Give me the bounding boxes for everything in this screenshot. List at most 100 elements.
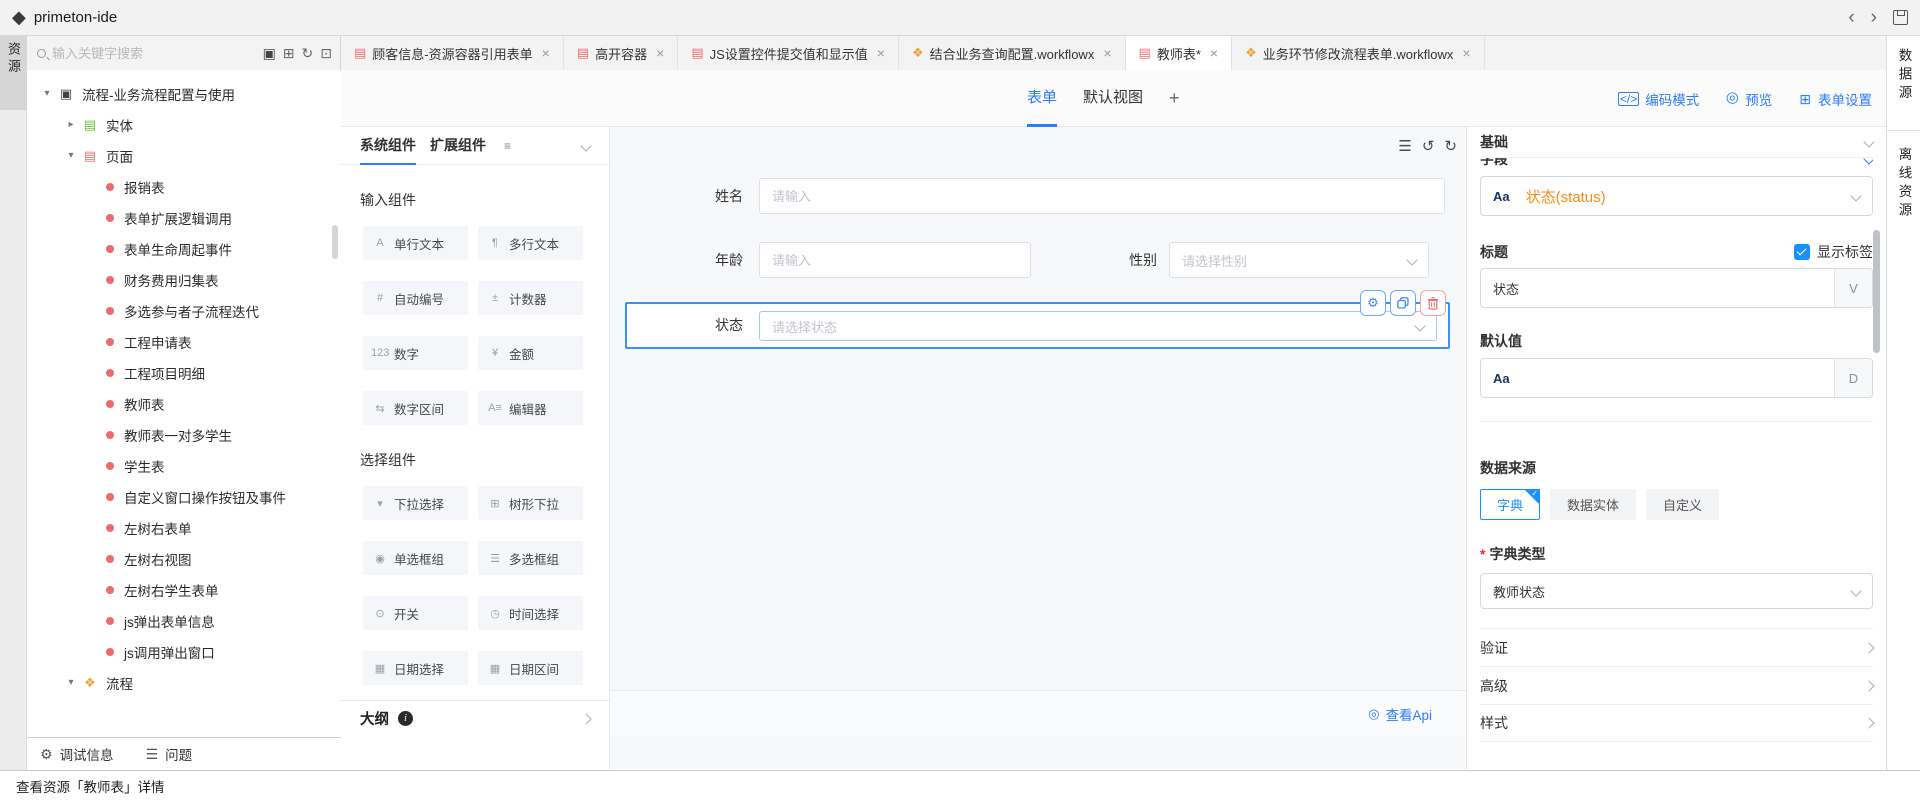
offline-resources-side-tab[interactable]: 离线资源 (1887, 147, 1920, 221)
bound-field-select[interactable]: Aa 状态(status) (1480, 176, 1873, 216)
palette-item[interactable]: 123数字 (363, 336, 468, 370)
palette-item[interactable]: ¥金额 (478, 336, 583, 370)
datasource-side-tab[interactable]: 数据源 (1887, 48, 1920, 104)
datasource-option-0[interactable]: 字典✓ (1480, 489, 1540, 520)
palette-item[interactable]: ⊙开关 (363, 596, 468, 630)
tree-item[interactable]: 左树右表单 (27, 512, 341, 543)
tree-item[interactable]: js弹出表单信息 (27, 605, 341, 636)
code-mode-button[interactable]: </> 编码模式 (1618, 89, 1699, 109)
preview-button[interactable]: ◎ 预览 (1725, 89, 1772, 109)
title-input[interactable] (1481, 269, 1834, 307)
collapse-all-icon[interactable]: ⊡ (320, 45, 332, 62)
tree-item[interactable]: ▸▤实体 (27, 109, 341, 140)
activity-tab-resources[interactable]: 资源 (0, 36, 27, 110)
default-value-input[interactable] (1510, 359, 1834, 397)
basic-section-header[interactable]: 基础 (1480, 127, 1873, 158)
palette-item[interactable]: A单行文本 (363, 226, 468, 260)
redo-icon[interactable]: ↻ (1444, 137, 1457, 155)
tree-item[interactable]: 教师表 (27, 388, 341, 419)
tree-item[interactable]: 自定义窗口操作按钮及事件 (27, 481, 341, 512)
name-input[interactable] (759, 178, 1445, 214)
tree-item[interactable]: 财务费用归集表 (27, 264, 341, 295)
palette-item[interactable]: ¶多行文本 (478, 226, 583, 260)
back-icon[interactable]: ‹ (1848, 10, 1854, 26)
save-icon[interactable] (1893, 10, 1908, 25)
palette-item[interactable]: ⊞树形下拉 (478, 486, 583, 520)
tree-item[interactable]: 工程申请表 (27, 326, 341, 357)
age-input[interactable] (759, 242, 1031, 278)
editor-tab-3[interactable]: ❖结合业务查询配置.workflowx× (899, 36, 1126, 70)
search-input[interactable] (52, 46, 256, 61)
palette-item[interactable]: ◉单选框组 (363, 541, 468, 575)
section-2[interactable]: 样式 (1480, 704, 1873, 742)
close-icon[interactable]: × (656, 45, 664, 61)
tree-item[interactable]: ▾▣流程-业务流程配置与使用 (27, 78, 341, 109)
tab-extended-components[interactable]: 扩展组件 (430, 127, 486, 165)
show-label-checkbox-group[interactable]: 显示标签 (1794, 242, 1873, 262)
expand-outline-icon[interactable] (580, 713, 591, 724)
title-value-mode-button[interactable]: V (1834, 269, 1872, 307)
tab-default-view[interactable]: 默认视图 (1083, 70, 1143, 127)
close-icon[interactable]: × (1210, 45, 1218, 61)
editor-tab-4[interactable]: ▤教师表*× (1126, 36, 1233, 70)
editor-tab-1[interactable]: ▤高开容器× (564, 36, 679, 70)
tree-item[interactable]: ▾❖流程 (27, 667, 341, 698)
collapse-palette-icon[interactable] (580, 140, 591, 151)
form-settings-button[interactable]: ⊞ 表单设置 (1798, 89, 1872, 109)
forward-icon[interactable]: › (1871, 10, 1877, 26)
default-value-mode-button[interactable]: D (1834, 359, 1872, 397)
tree-item[interactable]: 报销表 (27, 171, 341, 202)
tree-collapse-icon[interactable]: ▸ (64, 119, 78, 130)
tree-item[interactable]: 表单扩展逻辑调用 (27, 202, 341, 233)
form-row-age-gender[interactable]: 年龄 性别 请选择性别 (610, 242, 1466, 278)
palette-item[interactable]: ☰多选框组 (478, 541, 583, 575)
close-icon[interactable]: × (877, 45, 885, 61)
palette-item[interactable]: ◷时间选择 (478, 596, 583, 630)
checkbox-checked-icon[interactable] (1794, 244, 1810, 260)
dict-type-select[interactable]: 教师状态 (1480, 573, 1873, 609)
status-select[interactable]: 请选择状态 (759, 311, 1437, 341)
tree-item[interactable]: js调用弹出窗口 (27, 636, 341, 667)
outline-tree-icon[interactable]: ☰ (1398, 137, 1411, 155)
tree-scrollbar[interactable] (332, 225, 338, 259)
undo-icon[interactable]: ↺ (1422, 137, 1435, 155)
tab-form[interactable]: 表单 (1027, 70, 1057, 127)
outline-bar[interactable]: 大纲 i (341, 700, 609, 736)
form-row-name[interactable]: 姓名 (610, 178, 1466, 214)
gender-select[interactable]: 请选择性别 (1169, 242, 1429, 278)
editor-tab-0[interactable]: ▤顾客信息-资源容器引用表单× (341, 36, 564, 70)
tree-item[interactable]: 左树右视图 (27, 543, 341, 574)
locate-resource-icon[interactable]: ▣ (263, 45, 276, 62)
palette-item[interactable]: ⇆数字区间 (363, 391, 468, 425)
tree-item[interactable]: 教师表一对多学生 (27, 419, 341, 450)
add-view-button[interactable]: + (1169, 88, 1180, 109)
close-icon[interactable]: × (1103, 45, 1111, 61)
palette-item[interactable]: #自动编号 (363, 281, 468, 315)
palette-item[interactable]: ▦日期区间 (478, 651, 583, 685)
tree-item[interactable]: ▾▤页面 (27, 140, 341, 171)
close-icon[interactable]: × (542, 45, 550, 61)
properties-scrollbar[interactable] (1873, 230, 1880, 353)
palette-item[interactable]: ▾下拉选择 (363, 486, 468, 520)
palette-item[interactable]: ▦日期选择 (363, 651, 468, 685)
copy-field-button[interactable] (1390, 290, 1416, 316)
add-folder-icon[interactable]: ⊞ (283, 45, 295, 62)
tree-item[interactable]: 表单生命周起事件 (27, 233, 341, 264)
section-1[interactable]: 高级 (1480, 666, 1873, 704)
refresh-icon[interactable]: ↻ (302, 45, 314, 62)
datasource-option-2[interactable]: 自定义 (1646, 489, 1719, 520)
form-canvas[interactable]: ☰ ↺ ↻ 姓名 年龄 性别 请选择性别 状态 请选择状态 ⚙ (610, 127, 1466, 769)
tab-system-components[interactable]: 系统组件 (360, 127, 416, 165)
tree-expand-icon[interactable]: ▾ (64, 677, 78, 688)
delete-field-button[interactable] (1420, 290, 1446, 316)
palette-item[interactable]: ±计数器 (478, 281, 583, 315)
tree-item[interactable]: 左树右学生表单 (27, 574, 341, 605)
close-icon[interactable]: × (1462, 45, 1470, 61)
tree-item[interactable]: 工程项目明细 (27, 357, 341, 388)
palette-item[interactable]: A≡编辑器 (478, 391, 583, 425)
field-settings-button[interactable]: ⚙ (1360, 290, 1386, 316)
section-0[interactable]: 验证 (1480, 628, 1873, 666)
editor-tab-2[interactable]: ▤JS设置控件提交值和显示值× (678, 36, 899, 70)
editor-tab-5[interactable]: ❖业务环节修改流程表单.workflowx× (1232, 36, 1485, 70)
tree-item[interactable]: 学生表 (27, 450, 341, 481)
